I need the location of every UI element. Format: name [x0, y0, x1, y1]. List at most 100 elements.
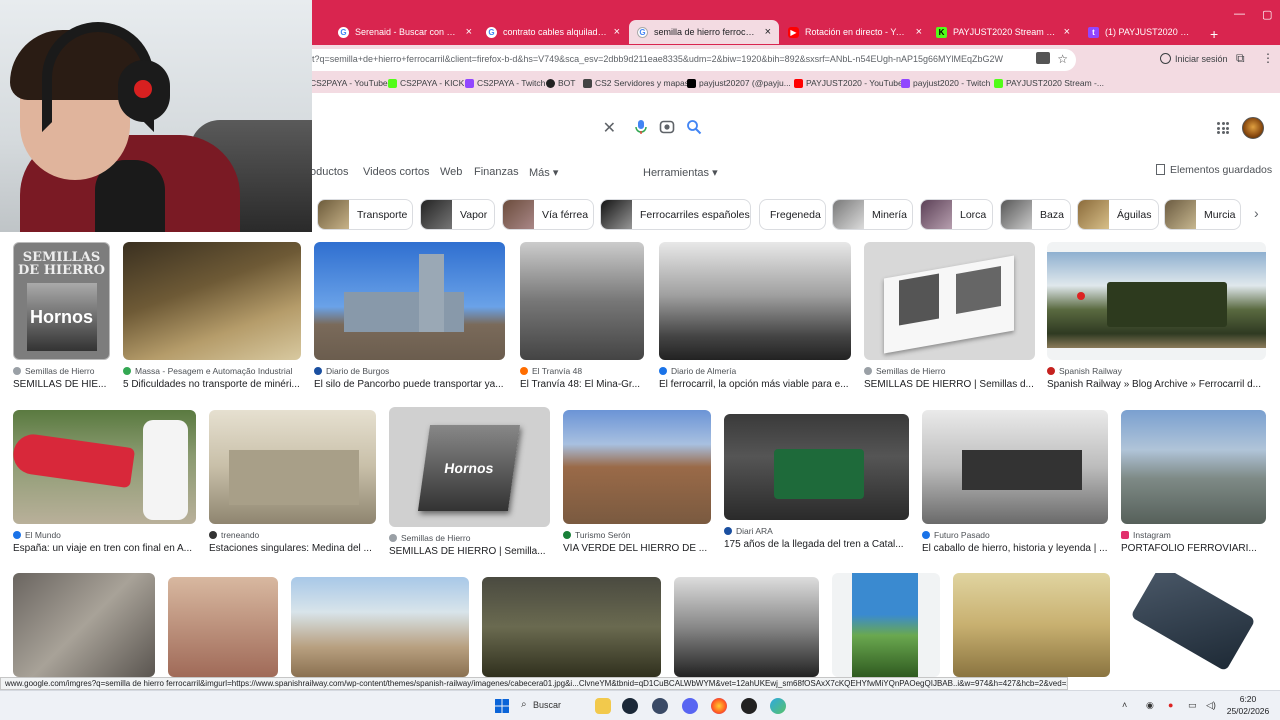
microphone-icon[interactable]: ● [1168, 700, 1173, 710]
google-lens-icon[interactable] [659, 119, 675, 135]
tab-1[interactable]: G contrato cables alquiladores - × [478, 20, 628, 44]
bookmark-7[interactable]: payjust2020 - Twitch [901, 78, 990, 88]
close-icon[interactable]: × [765, 26, 771, 38]
steam-icon[interactable] [622, 698, 638, 714]
bookmark-3[interactable]: BOT [546, 78, 575, 88]
result-title[interactable]: VÍA VERDE DEL HIERRO DE ... [563, 543, 711, 554]
image-result[interactable]: Massa - Pesagem e Automação Industrial 5… [123, 242, 301, 390]
tab-4[interactable]: K PAYJUST2020 Stream - Watch × [928, 20, 1078, 44]
image-result[interactable] [482, 577, 661, 677]
image-result[interactable]: El Mundo España: un viaje en tren con fi… [13, 410, 196, 554]
chip-lorca[interactable]: Lorca [920, 199, 993, 230]
chip-ferrocarriles-espanoles[interactable]: Ferrocarriles españoles [600, 199, 751, 230]
filter-finance[interactable]: Finanzas [474, 166, 519, 178]
clock[interactable]: 6:20 25/02/2026 [1224, 693, 1272, 717]
close-icon[interactable]: × [1064, 26, 1070, 38]
saved-items-button[interactable]: Elementos guardados [1156, 164, 1272, 176]
bookmark-4[interactable]: CS2 Servidores y mapas [583, 78, 689, 88]
bookmark-8[interactable]: PAYJUST2020 Stream -... [994, 78, 1104, 88]
taskbar-search[interactable]: ⌕ Buscar [519, 696, 583, 716]
bookmark-2[interactable]: CS2PAYA - Twitch [465, 78, 545, 88]
maximize-icon[interactable]: ▢ [1262, 8, 1272, 21]
clear-icon[interactable]: ✕ [603, 118, 616, 138]
chevron-up-icon[interactable]: ˄ [1122, 700, 1127, 710]
close-icon[interactable]: × [466, 26, 472, 38]
tab-5[interactable]: t (1) PAYJUST2020 - Twitch [1080, 20, 1200, 44]
google-apps-icon[interactable] [1217, 122, 1229, 134]
result-title[interactable]: SEMILLAS DE HIERRO | Semillas d... [864, 379, 1035, 390]
image-result[interactable] [953, 573, 1110, 677]
tab-3[interactable]: ▶ Rotación en directo - YouTube × [780, 20, 930, 44]
image-result[interactable]: Diario de Almería El ferrocarril, la opc… [659, 242, 851, 390]
file-explorer-icon[interactable] [595, 698, 611, 714]
chip-via-ferrea[interactable]: Vía férrea [502, 199, 594, 230]
chip-murcia[interactable]: Murcia [1164, 199, 1241, 230]
result-title[interactable]: Spanish Railway » Blog Archive » Ferroca… [1047, 379, 1266, 390]
result-title[interactable]: SEMILLAS DE HIE... [13, 379, 110, 390]
image-result[interactable]: Instagram PORTAFOLIO FERROVIARI... [1121, 410, 1266, 554]
result-title[interactable]: El ferrocarril, la opción más viable par… [659, 379, 851, 390]
app-icon[interactable] [652, 698, 668, 714]
image-result[interactable]: SEMILLAS DE HIERRO Hornos Semillas de Hie… [13, 242, 110, 390]
image-result[interactable]: Semillas de Hierro SEMILLAS DE HIERRO | … [864, 242, 1035, 390]
search-box[interactable]: ✕ [300, 110, 720, 146]
chip-transporte[interactable]: Transporte [317, 199, 413, 230]
key-icon[interactable] [1036, 52, 1050, 64]
image-result[interactable]: Hornos Semillas de Hierro SEMILLAS DE HI… [389, 407, 550, 557]
chevron-right-icon[interactable]: › [1254, 205, 1259, 221]
network-icon[interactable]: ▭ [1188, 700, 1197, 711]
result-title[interactable]: SEMILLAS DE HIERRO | Semilla... [389, 546, 550, 557]
filter-more[interactable]: Más ▾ [529, 166, 558, 179]
image-result[interactable]: Diario de Burgos El silo de Pancorbo pue… [314, 242, 505, 390]
image-result[interactable]: Turismo Serón VÍA VERDE DEL HIERRO DE ..… [563, 410, 711, 554]
filter-products[interactable]: oductos [310, 166, 349, 178]
avatar[interactable] [1242, 117, 1264, 139]
result-title[interactable]: 175 años de la llegada del tren a Catal.… [724, 539, 909, 550]
bookmark-0[interactable]: CS2PAYA - YouTube [310, 78, 388, 88]
result-title[interactable]: PORTAFOLIO FERROVIARI... [1121, 543, 1266, 554]
minimize-icon[interactable]: — [1234, 8, 1245, 20]
app-icon[interactable] [770, 698, 786, 714]
tab-active[interactable]: G semilla de hierro ferrocarril - B × [629, 20, 779, 44]
menu-icon[interactable]: ⋮ [1262, 51, 1274, 65]
filter-short-videos[interactable]: Videos cortos [363, 166, 429, 178]
windows-start-icon[interactable] [494, 698, 510, 714]
tools-button[interactable]: Herramientas ▾ [643, 166, 718, 179]
chip-aguilas[interactable]: Águilas [1077, 199, 1159, 230]
image-result[interactable] [1123, 573, 1266, 677]
close-icon[interactable]: × [916, 26, 922, 38]
image-result[interactable] [168, 577, 278, 677]
image-result[interactable] [832, 573, 940, 677]
chip-baza[interactable]: Baza [1000, 199, 1071, 230]
firefox-icon[interactable] [711, 698, 727, 714]
bookmark-6[interactable]: PAYJUST2020 - YouTube [794, 78, 903, 88]
chip-mineria[interactable]: Minería [832, 199, 913, 230]
microphone-icon[interactable] [633, 119, 649, 135]
result-title[interactable]: España: un viaje en tren con final en A.… [13, 543, 196, 554]
chip-fregeneda[interactable]: Fregeneda [759, 199, 826, 230]
filter-web[interactable]: Web [440, 166, 462, 178]
result-title[interactable]: Estaciones singulares: Medina del ... [209, 543, 376, 554]
discord-icon[interactable] [682, 698, 698, 714]
image-result[interactable] [674, 577, 819, 677]
result-title[interactable]: El Tranvía 48: El Mina-Gr... [520, 379, 644, 390]
signin-button[interactable]: Iniciar sesión [1160, 53, 1228, 64]
tab-0[interactable]: G Serenaid - Buscar con Google × [330, 20, 480, 44]
steam-tray-icon[interactable]: ◉ [1146, 700, 1154, 711]
bookmark-star-icon[interactable]: ☆ [1057, 52, 1068, 66]
search-icon[interactable] [686, 119, 702, 135]
volume-icon[interactable]: ◁) [1206, 700, 1216, 711]
extensions-icon[interactable]: ⧉ [1236, 51, 1245, 66]
image-result[interactable]: Diari ARA 175 años de la llegada del tre… [724, 414, 909, 550]
image-result[interactable]: treneando Estaciones singulares: Medina … [209, 410, 376, 554]
result-title[interactable]: 5 Dificuldades no transporte de minéri..… [123, 379, 301, 390]
bookmark-5[interactable]: payjust20207 (@payju... [687, 78, 791, 88]
chip-vapor[interactable]: Vapor [420, 199, 495, 230]
obs-icon[interactable] [741, 698, 757, 714]
image-result[interactable]: Futuro Pasado El caballo de hierro, hist… [922, 410, 1108, 554]
image-result[interactable]: El Tranvía 48 El Tranvía 48: El Mina-Gr.… [520, 242, 644, 390]
new-tab-icon[interactable]: + [1210, 26, 1218, 42]
image-result[interactable] [13, 573, 155, 677]
result-title[interactable]: El caballo de hierro, historia y leyenda… [922, 543, 1108, 554]
result-title[interactable]: El silo de Pancorbo puede transportar ya… [314, 379, 505, 390]
